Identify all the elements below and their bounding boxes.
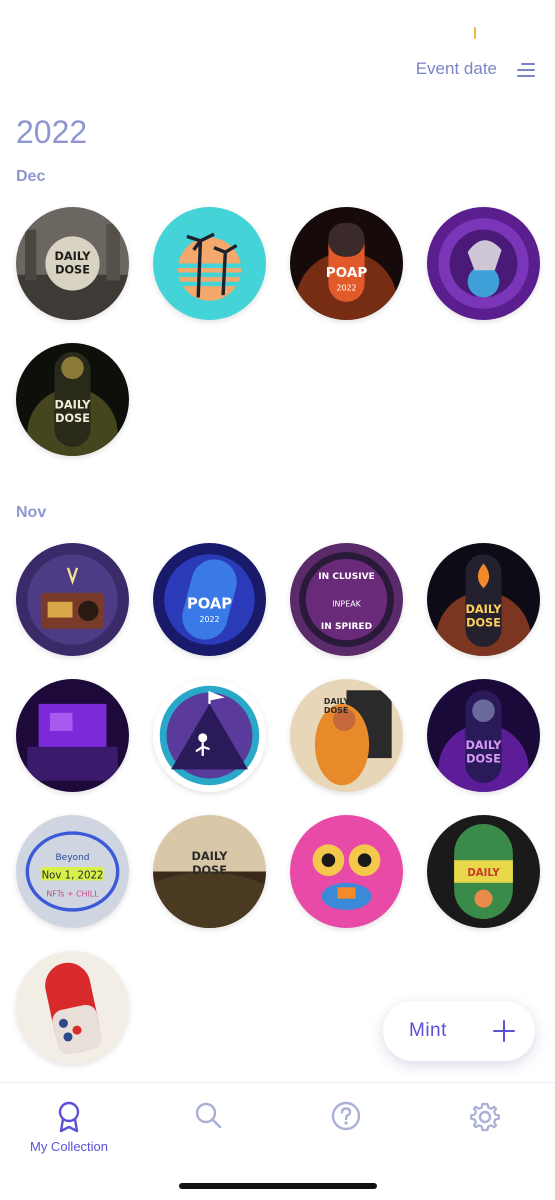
tab-my-collection[interactable]: My Collection (14, 1101, 124, 1154)
poap-badge[interactable]: POAP 2022 (290, 207, 403, 320)
sort-lines-icon[interactable] (515, 60, 535, 78)
poap-badge[interactable] (16, 543, 129, 656)
tab-settings[interactable] (430, 1101, 540, 1133)
status-indicator (474, 27, 476, 39)
svg-text:DAILY: DAILY (55, 399, 92, 412)
year-heading: 2022 (16, 114, 88, 150)
svg-text:DOSE: DOSE (466, 753, 501, 766)
poap-badge[interactable]: DAILY DOSE (16, 207, 129, 320)
poap-badge[interactable] (427, 207, 540, 320)
poap-badge[interactable]: DAILY (427, 815, 540, 928)
poap-badge[interactable]: DAILY DOSE (290, 679, 403, 792)
poap-badge[interactable]: POAP 2022 (153, 543, 266, 656)
svg-text:DAILY: DAILY (55, 250, 92, 263)
svg-text:DAILY: DAILY (467, 868, 500, 879)
poap-badge[interactable] (16, 951, 129, 1064)
svg-text:Beyond: Beyond (55, 853, 89, 863)
tab-search[interactable] (153, 1101, 263, 1129)
svg-text:POAP: POAP (326, 265, 368, 281)
home-indicator (179, 1183, 377, 1189)
svg-text:DOSE: DOSE (324, 706, 348, 715)
month-heading-nov: Nov (16, 504, 47, 521)
poap-badge[interactable]: Beyond Nov 1, 2022 NFTs + CHILL (16, 815, 129, 928)
svg-text:2022: 2022 (336, 284, 356, 293)
svg-text:IN CLUSIVE: IN CLUSIVE (318, 572, 374, 582)
poap-badge[interactable]: DAILY DOSE (427, 679, 540, 792)
help-circle-icon (331, 1101, 361, 1131)
tab-label: My Collection (29, 1139, 109, 1154)
svg-text:DOSE: DOSE (192, 864, 227, 877)
poap-badge[interactable]: DAILY DOSE (16, 343, 129, 456)
svg-text:DAILY: DAILY (192, 850, 229, 863)
svg-text:INPEAK: INPEAK (332, 599, 361, 608)
tab-help[interactable] (291, 1101, 401, 1131)
search-icon (195, 1102, 222, 1129)
svg-text:Nov 1, 2022: Nov 1, 2022 (42, 870, 104, 881)
mint-label: Mint (409, 1020, 447, 1041)
gear-icon (470, 1102, 500, 1132)
mint-button[interactable]: Mint (383, 1001, 535, 1061)
sort-label[interactable]: Event date (416, 59, 497, 79)
svg-text:DOSE: DOSE (466, 617, 501, 630)
poap-badge[interactable]: DAILY DOSE (427, 543, 540, 656)
svg-text:DOSE: DOSE (55, 412, 90, 425)
svg-text:IN SPIRED: IN SPIRED (321, 622, 373, 632)
poap-badge[interactable]: IN CLUSIVE INPEAK IN SPIRED (290, 543, 403, 656)
poap-badge[interactable] (153, 679, 266, 792)
svg-text:NFTs + CHILL: NFTs + CHILL (46, 889, 99, 898)
svg-text:DAILY: DAILY (324, 697, 349, 706)
svg-text:DAILY: DAILY (466, 739, 503, 752)
poap-badge[interactable]: DAILY DOSE (153, 815, 266, 928)
svg-text:POAP: POAP (187, 596, 232, 613)
ribbon-award-icon (58, 1101, 80, 1133)
month-heading-dec: Dec (16, 168, 46, 185)
plus-icon (493, 1020, 515, 1042)
svg-text:DOSE: DOSE (55, 264, 90, 277)
poap-badge[interactable] (16, 679, 129, 792)
svg-text:DAILY: DAILY (466, 603, 503, 616)
poap-badge[interactable] (290, 815, 403, 928)
poap-badge[interactable] (153, 207, 266, 320)
svg-text:2022: 2022 (199, 615, 219, 624)
sort-control[interactable]: Event date (416, 56, 535, 82)
